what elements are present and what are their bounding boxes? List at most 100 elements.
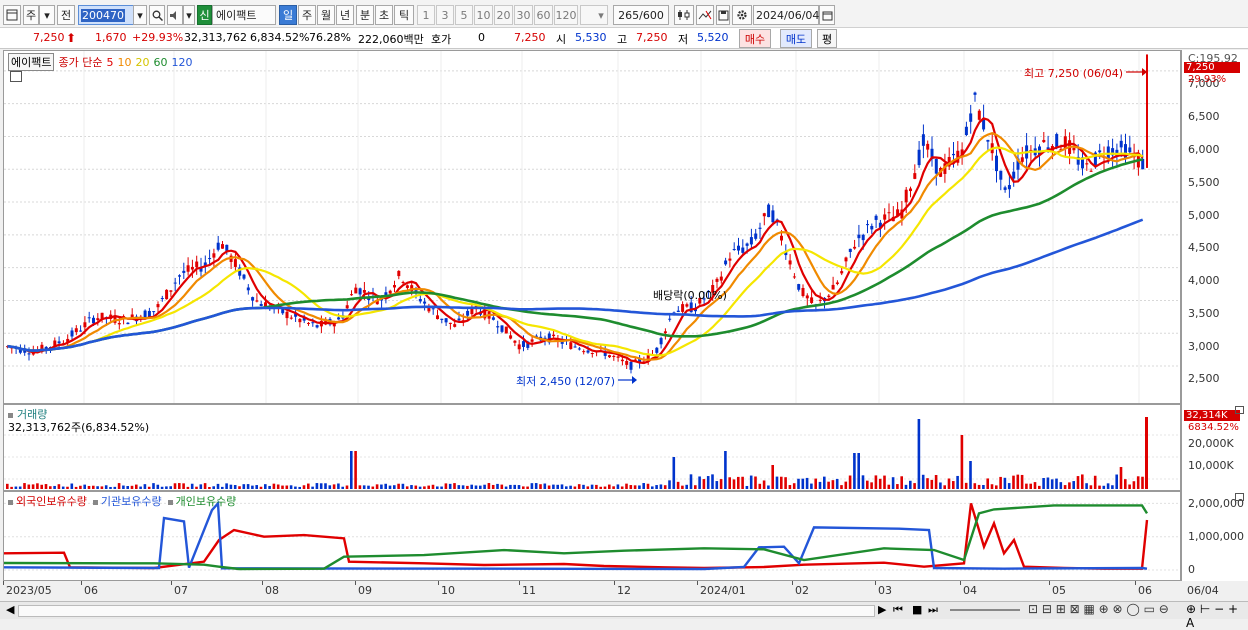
- timeframe-week[interactable]: 주: [298, 5, 316, 25]
- candle-body: [401, 282, 405, 284]
- candle-body: [393, 285, 396, 288]
- interval-10[interactable]: 10: [474, 5, 493, 25]
- candle-body: [663, 331, 667, 334]
- count-value: 265: [618, 8, 640, 22]
- dropdown-arrow-icon[interactable]: ▾: [39, 5, 55, 25]
- candle-type-icon[interactable]: [674, 5, 694, 25]
- trendline-icon[interactable]: [696, 5, 714, 25]
- volume-bar: [328, 485, 332, 489]
- forward-icon[interactable]: ⏭: [928, 603, 938, 617]
- candle-body: [741, 247, 745, 253]
- candle-body: [934, 158, 938, 174]
- candle-body: [590, 353, 594, 355]
- low-annotation: 최저 2,450 (12/07): [516, 375, 616, 388]
- volume-bar: [1038, 485, 1041, 489]
- candle-body: [388, 290, 392, 294]
- volume-bar: [302, 485, 306, 489]
- panel-max-icon[interactable]: [1235, 406, 1244, 414]
- candle-body: [70, 330, 74, 337]
- quote-value: 0: [478, 31, 485, 44]
- interval-3[interactable]: 3: [436, 5, 454, 25]
- stock-code-input[interactable]: 200470: [78, 5, 134, 25]
- volume-bar: [384, 483, 387, 489]
- code-dropdown-icon[interactable]: ▾: [133, 5, 147, 25]
- eval-button[interactable]: 평: [817, 29, 837, 48]
- calendar-icon[interactable]: [819, 5, 835, 25]
- candle-body: [83, 322, 87, 328]
- candle-body: [681, 304, 685, 312]
- volume-bar: [608, 484, 611, 489]
- stop-icon[interactable]: ■: [912, 603, 922, 616]
- price-chart-panel[interactable]: 에이팩트 종가 단순 5 10 20 60 120 최고 7,250 (06/0…: [3, 50, 1181, 404]
- timeframe-day[interactable]: 일: [279, 5, 297, 25]
- buy-button[interactable]: 매수: [739, 29, 771, 48]
- candle-body: [1098, 150, 1102, 153]
- candle-body: [345, 305, 349, 309]
- candle-body: [251, 297, 255, 301]
- timeframe-month[interactable]: 월: [317, 5, 335, 25]
- candle-body: [926, 143, 930, 150]
- volume-bar: [801, 478, 805, 489]
- period-button[interactable]: 주: [23, 5, 39, 25]
- search-icon[interactable]: [149, 5, 165, 25]
- interval-30[interactable]: 30: [514, 5, 533, 25]
- scroll-bar[interactable]: ◀ ▶ ⏮ ■ ⏭ ⊡ ⊟ ⊞ ⊠ ▦ ⊕ ⊗ ◯ ▭ ⊖ ⊕ ⊢ − + A: [0, 601, 1248, 630]
- date-field[interactable]: 2024/06/04: [753, 5, 819, 25]
- candle-body: [659, 338, 663, 345]
- layout-icon[interactable]: [3, 5, 21, 25]
- candle-body: [397, 270, 401, 277]
- panel-max-icon[interactable]: [1235, 493, 1244, 501]
- sell-button[interactable]: 매도: [780, 29, 812, 48]
- stock-name-field[interactable]: 에이팩트: [212, 5, 276, 25]
- volume-bar: [238, 486, 241, 489]
- scroll-right-icon[interactable]: ▶: [878, 603, 886, 616]
- holding-panel[interactable]: 외국인보유수량 기관보유수량 개인보유수량: [3, 491, 1181, 581]
- volume-panel[interactable]: 거래량 32,313,762주(6,834.52%): [3, 404, 1181, 491]
- interval-dropdown[interactable]: ▾: [580, 5, 608, 25]
- interval-5[interactable]: 5: [455, 5, 473, 25]
- volume-bar: [960, 435, 964, 489]
- candle-body: [74, 328, 78, 333]
- volume-marker-icon: [8, 413, 13, 418]
- volume-bar: [418, 486, 422, 489]
- interval-20[interactable]: 20: [494, 5, 513, 25]
- interval-1[interactable]: 1: [417, 5, 435, 25]
- scroll-left-icon[interactable]: ◀: [6, 603, 14, 616]
- candle-body: [423, 301, 427, 304]
- volume-bar: [659, 484, 663, 489]
- zoom-controls[interactable]: ⊕ ⊢ − + A: [1186, 602, 1248, 630]
- volume-bar: [109, 486, 112, 489]
- candle-body: [126, 322, 130, 325]
- interval-120[interactable]: 120: [554, 5, 578, 25]
- timeframe-tick[interactable]: 틱: [394, 5, 414, 25]
- table-toggle-icon[interactable]: [10, 71, 22, 82]
- speaker-icon[interactable]: [167, 5, 183, 25]
- save-icon[interactable]: [716, 5, 730, 25]
- volume-bar: [1042, 478, 1045, 489]
- legend-stock-name[interactable]: 에이팩트: [8, 53, 55, 71]
- candle-body: [1042, 139, 1046, 143]
- timeframe-second[interactable]: 초: [375, 5, 393, 25]
- timeframe-year[interactable]: 년: [336, 5, 354, 25]
- count-field[interactable]: 265/600: [613, 5, 669, 25]
- rewind-icon[interactable]: ⏮: [893, 603, 903, 617]
- volume-bar: [1102, 485, 1106, 489]
- zoom-slider[interactable]: [950, 609, 1020, 611]
- volume-bar: [939, 482, 942, 489]
- scroll-track[interactable]: [18, 605, 875, 617]
- volume-bar: [135, 484, 138, 489]
- volume-bar: [311, 486, 314, 489]
- candle-body: [281, 309, 285, 314]
- legend-foreign: 외국인보유수량: [8, 493, 87, 509]
- speaker-dropdown-icon[interactable]: ▾: [183, 5, 195, 25]
- settings-gear-icon[interactable]: [732, 5, 752, 25]
- volume-bar: [405, 486, 409, 489]
- tool-icons[interactable]: ⊡ ⊟ ⊞ ⊠ ▦ ⊕ ⊗ ◯ ▭ ⊖: [1028, 602, 1169, 616]
- volume-bar: [1085, 483, 1088, 489]
- interval-60[interactable]: 60: [534, 5, 553, 25]
- timeframe-minute[interactable]: 분: [356, 5, 374, 25]
- candle-body: [1003, 187, 1007, 190]
- prev-button[interactable]: 전: [57, 5, 75, 25]
- volume-bar: [835, 478, 839, 489]
- volume-bar: [354, 451, 357, 489]
